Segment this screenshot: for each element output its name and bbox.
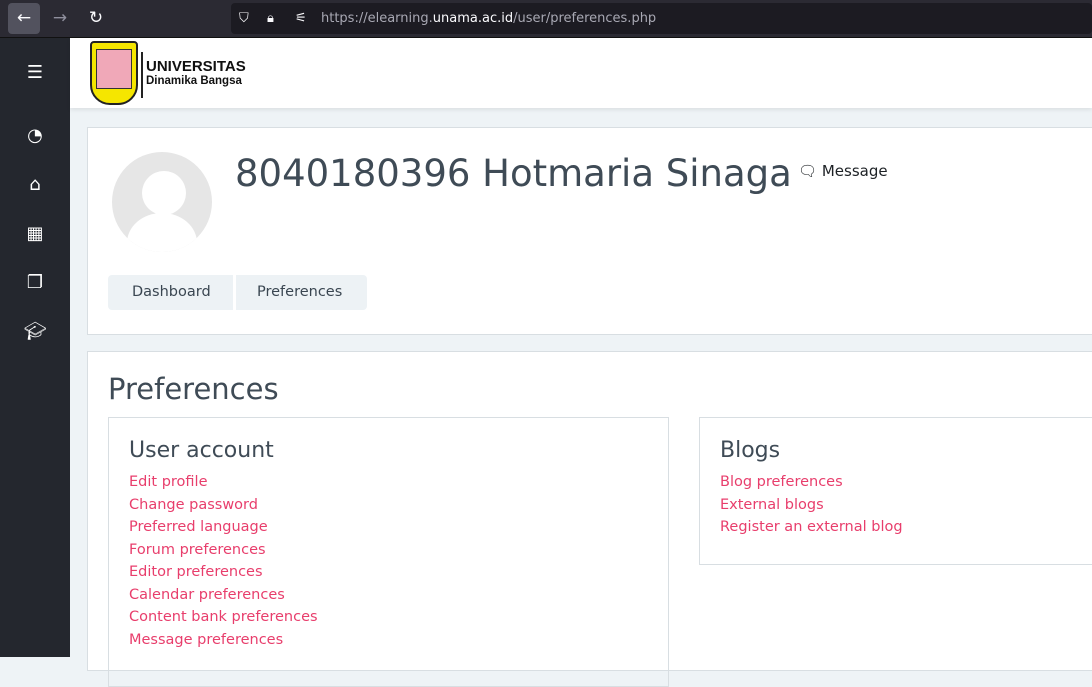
editor-preferences-link[interactable]: Editor preferences bbox=[129, 561, 648, 584]
user-account-section: User account Edit profile Change passwor… bbox=[108, 417, 669, 687]
content-bank-preferences-link[interactable]: Content bank preferences bbox=[129, 606, 648, 629]
message-label: Message bbox=[821, 162, 888, 180]
section-title: Blogs bbox=[720, 438, 781, 463]
shield-icon: ⛉ bbox=[239, 11, 249, 26]
permissions-icon: ⚟ bbox=[295, 11, 307, 26]
graduation-cap-icon[interactable]: 🎓︎ bbox=[22, 319, 48, 345]
page-title: Preferences bbox=[108, 372, 279, 406]
sidebar: ☰ ◔ ⌂ ▦ ❐ 🎓︎ bbox=[0, 38, 70, 657]
message-button[interactable]: 🗨︎ Message bbox=[798, 162, 888, 180]
breadcrumb-preferences: Preferences bbox=[233, 275, 367, 310]
url-domain: unama.ac.id bbox=[432, 11, 514, 26]
blogs-section: Blogs Blog preferences External blogs Re… bbox=[699, 417, 1092, 565]
edit-profile-link[interactable]: Edit profile bbox=[129, 471, 648, 494]
url-prefix: https://elearning. bbox=[321, 11, 433, 26]
top-navbar: UNIVERSITAS Dinamika Bangsa bbox=[70, 38, 1092, 108]
message-preferences-link[interactable]: Message preferences bbox=[129, 629, 648, 652]
url-bar[interactable]: ⛉ 🔒︎ ⚟ https://elearning.unama.ac.id/use… bbox=[231, 3, 1092, 34]
avatar[interactable] bbox=[112, 152, 212, 252]
brand-line1: UNIVERSITAS bbox=[146, 58, 246, 75]
logo[interactable] bbox=[90, 41, 138, 105]
lock-icon: 🔒︎ bbox=[267, 11, 274, 26]
back-button[interactable]: ← bbox=[8, 3, 40, 34]
home-icon[interactable]: ⌂ bbox=[22, 172, 48, 198]
dashboard-icon[interactable]: ◔ bbox=[22, 123, 48, 149]
url-path: /user/preferences.php bbox=[513, 11, 657, 26]
menu-toggle-icon[interactable]: ☰ bbox=[22, 60, 48, 86]
preferred-language-link[interactable]: Preferred language bbox=[129, 516, 648, 539]
register-external-blog-link[interactable]: Register an external blog bbox=[720, 516, 1092, 539]
section-title: User account bbox=[129, 438, 274, 463]
forum-preferences-link[interactable]: Forum preferences bbox=[129, 539, 648, 562]
user-fullname: 8040180396 Hotmaria Sinaga bbox=[235, 152, 792, 195]
blog-preferences-link[interactable]: Blog preferences bbox=[720, 471, 1092, 494]
calendar-icon[interactable]: ▦ bbox=[22, 221, 48, 247]
brand-line2: Dinamika Bangsa bbox=[146, 75, 242, 87]
external-blogs-link[interactable]: External blogs bbox=[720, 494, 1092, 517]
files-icon[interactable]: ❐ bbox=[22, 270, 48, 296]
forward-button[interactable]: → bbox=[44, 3, 76, 34]
reload-button[interactable]: ↻ bbox=[80, 3, 112, 34]
change-password-link[interactable]: Change password bbox=[129, 494, 648, 517]
calendar-preferences-link[interactable]: Calendar preferences bbox=[129, 584, 648, 607]
preferences-region: Preferences User account Edit profile Ch… bbox=[87, 351, 1092, 687]
comment-icon: 🗨︎ bbox=[798, 162, 818, 180]
browser-toolbar: ← → ↻ ⛉ 🔒︎ ⚟ https://elearning.unama.ac.… bbox=[0, 0, 1092, 38]
breadcrumb-dashboard[interactable]: Dashboard bbox=[108, 275, 233, 310]
